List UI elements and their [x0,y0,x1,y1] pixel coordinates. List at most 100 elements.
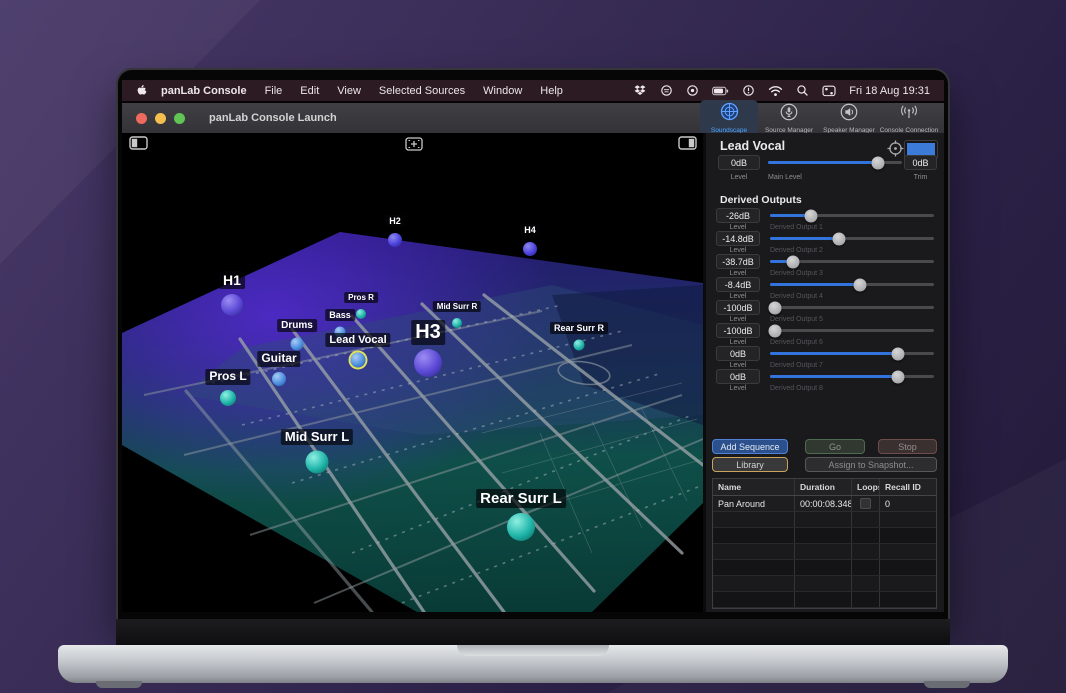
menu-help[interactable]: Help [531,85,572,97]
add-sequence-button[interactable]: Add Sequence [712,439,788,454]
main-level-slider[interactable] [768,156,902,169]
derived-output-level-label: Level [729,339,747,346]
source-sphere-h1[interactable] [221,294,243,316]
go-button[interactable]: Go [805,439,865,454]
source-sphere-pros-r[interactable] [356,309,366,319]
toolbar-soundscape[interactable]: Soundscape [700,100,758,136]
derived-output-1-slider[interactable] [770,209,934,222]
column-header-duration[interactable]: Duration [794,479,851,495]
search-icon[interactable] [796,84,809,97]
soundscape-viewport[interactable]: H1 H2 H4 H3 Pros R Bass Drums Lead Vocal Guitar P… [122,133,703,612]
source-sphere-pros-l[interactable] [220,390,236,406]
source-sphere-lead-vocal[interactable] [350,352,366,368]
source-label-pros-r: Pros R [344,292,378,304]
derived-output-row-6: -100dB Level Derived Output 6 [706,323,944,346]
stop-button[interactable]: Stop [878,439,937,454]
source-sphere-mid-surr-r[interactable] [452,318,462,328]
record-icon[interactable] [686,84,699,97]
close-window-button[interactable] [136,112,147,124]
source-sphere-rear-surr-r[interactable] [573,339,585,351]
menu-clock[interactable]: Fri 18 Aug 19:31 [849,85,930,97]
menu-window[interactable]: Window [474,85,531,97]
pan-target-icon[interactable] [887,140,904,162]
antenna-icon [899,103,919,126]
menu-file[interactable]: File [256,85,292,97]
derived-output-2-slider[interactable] [770,232,934,245]
derived-output-1-thumb[interactable] [804,209,818,222]
dropbox-icon[interactable] [633,84,647,97]
main-level-thumb[interactable] [871,156,885,169]
derived-output-row-8: 0dB Level Derived Output 8 [706,369,944,392]
derived-output-5-slider[interactable] [768,301,934,314]
sequence-row-empty[interactable] [713,528,936,544]
derived-output-level-label: Level [729,316,747,323]
battery-icon[interactable] [712,85,729,97]
panel-left-toggle-icon[interactable] [129,136,148,155]
menu-edit[interactable]: Edit [291,85,328,97]
derived-output-4-value[interactable]: -8.4dB [716,277,760,292]
derived-output-2-value[interactable]: -14.8dB [716,231,760,246]
library-button[interactable]: Library [712,457,788,472]
circle-lines-icon[interactable] [660,84,673,97]
menu-app[interactable]: panLab Console [152,85,256,97]
column-header-name[interactable]: Name [713,479,794,495]
minimize-window-button[interactable] [155,112,166,124]
loops-checkbox[interactable] [860,498,871,509]
derived-output-3-value[interactable]: -38.7dB [716,254,760,269]
derived-output-6-slider[interactable] [768,324,934,337]
derived-output-2-thumb[interactable] [832,232,846,245]
apple-logo-icon[interactable] [136,84,148,97]
derived-output-8-slider[interactable] [770,370,934,383]
derived-output-7-thumb[interactable] [891,347,905,360]
wifi-icon[interactable] [768,85,783,97]
sequence-recall-id: 0 [879,496,938,511]
derived-output-7-slider[interactable] [770,347,934,360]
toolbar-console-connection[interactable]: Console Connection [880,100,938,136]
toolbar-source-manager[interactable]: Source Manager [760,100,818,136]
sequence-loops-cell [851,496,879,511]
derived-output-name: Derived Output 6 [770,339,823,346]
main-level-value[interactable]: 0dB [718,155,760,170]
source-sphere-h3[interactable] [414,349,442,377]
source-sphere-h4[interactable] [523,242,537,256]
sequence-row-empty[interactable] [713,592,936,608]
derived-output-3-slider[interactable] [770,255,934,268]
control-center-icon[interactable] [822,85,836,97]
panel-right-toggle-icon[interactable] [678,136,697,155]
status-circle-icon[interactable] [742,84,755,97]
sequence-row-empty[interactable] [713,560,936,576]
toolbar-speaker-manager[interactable]: Speaker Manager [820,100,878,136]
assign-to-snapshot-button[interactable]: Assign to Snapshot... [805,457,937,472]
source-sphere-mid-surr-l[interactable] [305,450,329,474]
trim-value[interactable]: 0dB [904,155,937,170]
derived-output-8-thumb[interactable] [891,370,905,383]
derived-output-8-value[interactable]: 0dB [716,369,760,384]
reset-view-icon[interactable] [405,137,423,156]
source-label-rear-surr-l: Rear Surr L [476,489,566,509]
derived-output-3-thumb[interactable] [786,255,800,268]
source-sphere-drums[interactable] [290,337,304,351]
source-label-drums: Drums [277,318,317,332]
menu-selected-sources[interactable]: Selected Sources [370,85,474,97]
derived-output-4-thumb[interactable] [853,278,867,291]
source-label-h4: H4 [520,224,540,237]
menu-view[interactable]: View [328,85,370,97]
derived-output-6-value[interactable]: -100dB [716,323,760,338]
column-header-loops[interactable]: Loops [851,479,879,495]
sequence-row-empty[interactable] [713,576,936,592]
column-header-recall-id[interactable]: Recall ID [879,479,938,495]
derived-output-5-value[interactable]: -100dB [716,300,760,315]
derived-output-1-value[interactable]: -26dB [716,208,760,223]
sequence-row-empty[interactable] [713,544,936,560]
derived-output-7-value[interactable]: 0dB [716,346,760,361]
derived-output-5-thumb[interactable] [768,301,782,314]
derived-output-4-slider[interactable] [770,278,934,291]
source-sphere-guitar[interactable] [272,372,286,386]
source-sphere-h2[interactable] [388,233,402,247]
sequence-row-empty[interactable] [713,512,936,528]
source-sphere-rear-surr-l[interactable] [507,513,535,541]
derived-output-6-thumb[interactable] [768,324,782,337]
sequence-row-pan-around[interactable]: Pan Around 00:00:08.348 0 [713,496,936,512]
zoom-window-button[interactable] [174,112,185,124]
trim-label: Trim [913,174,928,181]
